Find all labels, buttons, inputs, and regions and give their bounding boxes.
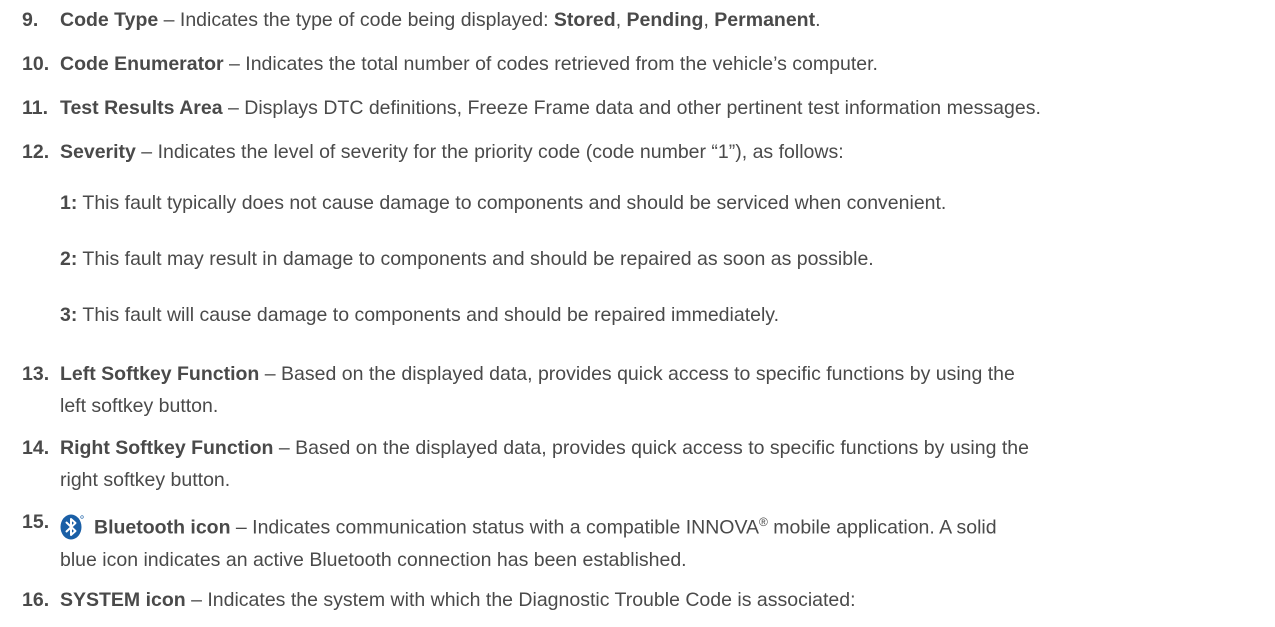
period: . xyxy=(815,9,821,31)
item-number: 11. xyxy=(22,97,49,119)
item-number: 12. xyxy=(22,141,50,163)
item-term: Bluetooth icon xyxy=(94,516,231,539)
severity-level-number: 3: xyxy=(60,304,78,326)
item-term: Left Softkey Function xyxy=(60,363,260,385)
severity-level-number: 1: xyxy=(60,192,78,214)
item-number: 15. xyxy=(22,511,50,533)
severity-level-2: 2: This fault may result in damage to co… xyxy=(60,243,1257,275)
item-body: Right Softkey Function – Based on the di… xyxy=(60,432,1257,496)
item-body: SYSTEM icon – Indicates the system with … xyxy=(60,584,1257,616)
separator: , xyxy=(615,9,627,31)
item-body: Severity – Indicates the level of severi… xyxy=(60,136,1257,168)
item-term: Code Type xyxy=(60,9,159,31)
item-body: Code Enumerator – Indicates the total nu… xyxy=(60,48,1257,80)
code-type-pending: Pending xyxy=(626,9,704,31)
separator: , xyxy=(703,9,715,31)
item-body: Code Type – Indicates the type of code b… xyxy=(60,4,1257,36)
registered-mark: ® xyxy=(759,515,768,529)
code-type-permanent: Permanent xyxy=(714,9,816,31)
item-desc: mobile application. A solid xyxy=(767,516,997,539)
severity-level-3: 3: This fault will cause damage to compo… xyxy=(60,299,1257,331)
code-type-stored: Stored xyxy=(553,9,616,31)
item-desc: – Indicates the type of code being displ… xyxy=(158,9,554,31)
severity-level-text: This fault may result in damage to compo… xyxy=(77,248,874,270)
item-desc: – Indicates the level of severity for th… xyxy=(135,141,844,163)
item-term: Severity xyxy=(60,141,136,163)
item-line: Left Softkey Function – Based on the dis… xyxy=(60,358,1257,390)
bluetooth-icon xyxy=(60,514,84,539)
item-number: 16. xyxy=(22,589,50,611)
item-desc: – Indicates the system with which the Di… xyxy=(185,589,856,611)
item-number: 9. xyxy=(22,9,39,31)
item-number: 10. xyxy=(22,53,50,75)
manual-page: 9. Code Type – Indicates the type of cod… xyxy=(0,0,1275,627)
item-line: blue icon indicates an active Bluetooth … xyxy=(60,548,687,571)
item-line: Bluetooth icon – Indicates communication… xyxy=(60,506,1257,544)
item-body: Left Softkey Function – Based on the dis… xyxy=(60,358,1257,422)
severity-level-number: 2: xyxy=(60,248,78,270)
item-body: Bluetooth icon – Indicates communication… xyxy=(60,506,1257,576)
item-line: Right Softkey Function – Based on the di… xyxy=(60,432,1257,464)
item-term: Test Results Area xyxy=(60,97,223,119)
item-number: 13. xyxy=(22,363,50,385)
severity-level-text: This fault typically does not cause dama… xyxy=(77,192,947,214)
item-body: Test Results Area – Displays DTC definit… xyxy=(60,92,1257,124)
item-number: 14. xyxy=(22,437,50,459)
item-line: left softkey button. xyxy=(60,395,219,417)
item-term: Code Enumerator xyxy=(60,53,224,75)
severity-level-1: 1: This fault typically does not cause d… xyxy=(60,187,1257,219)
item-desc: – Based on the displayed data, provides … xyxy=(259,363,1015,385)
item-desc: – Displays DTC definitions, Freeze Frame… xyxy=(222,97,1041,119)
item-desc: – Based on the displayed data, provides … xyxy=(273,437,1029,459)
item-line: right softkey button. xyxy=(60,469,231,491)
item-desc: – Indicates the total number of codes re… xyxy=(223,53,878,75)
item-term: Right Softkey Function xyxy=(60,437,274,459)
item-term: SYSTEM icon xyxy=(60,589,186,611)
item-desc: – Indicates communication status with a … xyxy=(230,516,760,539)
severity-level-text: This fault will cause damage to componen… xyxy=(77,304,780,326)
